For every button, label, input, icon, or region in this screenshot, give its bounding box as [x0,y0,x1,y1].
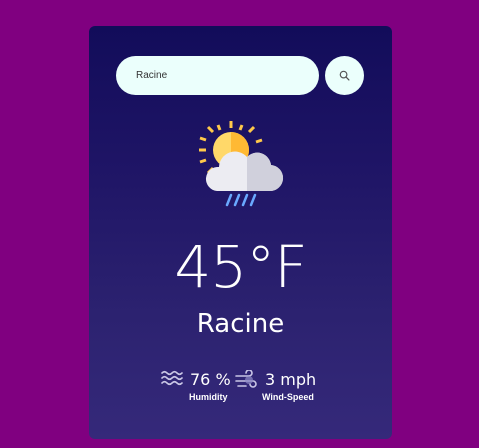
city-name: Racine [196,309,285,339]
weather-card: 45°F Racine 76 % Humidity 3 mph Wind-Spe… [89,26,392,439]
search-icon [339,70,350,81]
humidity-icon [161,370,183,386]
temperature: 45°F [174,233,307,301]
search-button[interactable] [325,56,364,95]
humidity-value: 76 % [190,370,231,389]
wind-label: Wind-Speed [262,392,314,402]
wind-value: 3 mph [265,370,317,389]
search-input[interactable] [116,56,319,95]
sun-cloud-rain-icon [199,121,284,207]
wind-icon [235,370,257,388]
humidity-label: Humidity [189,392,228,402]
